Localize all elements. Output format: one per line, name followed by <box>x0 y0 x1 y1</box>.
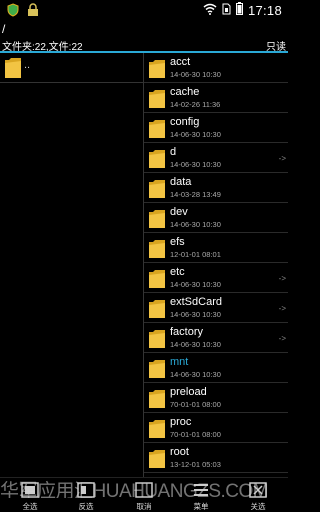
folder-icon <box>148 149 166 169</box>
folder-name: data <box>170 176 192 188</box>
current-path: / <box>2 22 6 36</box>
folder-icon <box>148 389 166 409</box>
folder-name: config <box>170 116 200 128</box>
toolbar-button-2[interactable]: 取消 <box>124 481 164 512</box>
wifi-icon <box>203 3 217 18</box>
folder-name: cache <box>170 86 200 98</box>
toolbar-button-label: 取消 <box>136 502 152 511</box>
folder-name: etc <box>170 266 185 278</box>
symlink-indicator: -> <box>278 334 286 343</box>
folder-icon <box>148 119 166 139</box>
folder-date: 13-12-01 05:03 <box>170 460 221 469</box>
clock: 17:18 <box>247 2 282 18</box>
folder-name: extSdCard <box>170 296 222 308</box>
folder-icon <box>148 359 166 379</box>
folder-date: 14-06-30 10:30 <box>170 70 221 79</box>
info-row: 文件夹:22,文件:22 只读 <box>0 36 288 53</box>
symlink-indicator: -> <box>278 154 286 163</box>
lock-icon <box>26 3 40 17</box>
select-all-icon <box>20 481 40 499</box>
folder-row-dev[interactable]: dev 14-06-30 10:30 <box>144 203 288 233</box>
folder-date: 70-01-01 08:00 <box>170 430 221 439</box>
folder-date: 14-06-30 10:30 <box>170 130 221 139</box>
sim-icon <box>222 3 231 18</box>
toolbar-button-label: 全选 <box>22 502 38 511</box>
folder-icon <box>148 59 166 79</box>
folder-row-d[interactable]: d 14-06-30 10:30 -> <box>144 143 288 173</box>
folder-row-proc[interactable]: proc 70-01-01 08:00 <box>144 413 288 443</box>
folder-row-etc[interactable]: etc 14-06-30 10:30 -> <box>144 263 288 293</box>
folder-date: 14-06-30 10:30 <box>170 220 221 229</box>
folder-name: root <box>170 446 189 458</box>
folder-date: 14-06-30 10:30 <box>170 370 221 379</box>
status-bar-notifications <box>6 3 40 17</box>
folder-name: mnt <box>170 356 189 368</box>
folder-row-cache[interactable]: cache 14-02-26 11:36 <box>144 83 288 113</box>
folder-date: 14-03-28 13:49 <box>170 190 221 199</box>
folder-row-efs[interactable]: efs 12-01-01 08:01 <box>144 233 288 263</box>
toolbar-button-4[interactable]: 关选 <box>238 481 278 512</box>
folder-name: d <box>170 146 177 158</box>
folder-icon <box>148 419 166 439</box>
folder-date: 14-06-30 10:30 <box>170 340 221 349</box>
folder-date: 12-01-01 08:01 <box>170 250 221 259</box>
folder-name: acct <box>170 56 191 68</box>
parent-directory-label: .. <box>24 59 31 71</box>
folder-row-data[interactable]: data 14-03-28 13:49 <box>144 173 288 203</box>
invert-selection-icon <box>76 481 96 499</box>
toolbar-button-label: 反选 <box>78 502 94 511</box>
folder-icon <box>148 239 166 259</box>
folder-row-preload[interactable]: preload 70-01-01 08:00 <box>144 383 288 413</box>
folder-icon <box>148 209 166 229</box>
cancel-icon <box>134 481 154 499</box>
shield-icon <box>6 3 20 17</box>
folder-row-acct[interactable]: acct 14-06-30 10:30 <box>144 53 288 83</box>
symlink-indicator: -> <box>278 274 286 283</box>
toolbar-button-label: 关选 <box>250 502 266 511</box>
folder-row-factory[interactable]: factory 14-06-30 10:30 -> <box>144 323 288 353</box>
symlink-indicator: -> <box>278 304 286 313</box>
folder-name: dev <box>170 206 188 218</box>
bottom-toolbar: 全选 反选 取消 菜单 关选 <box>0 477 288 512</box>
folder-date: 14-06-30 10:30 <box>170 160 221 169</box>
folder-icon <box>4 57 22 79</box>
toolbar-button-label: 菜单 <box>193 502 209 511</box>
battery-icon <box>235 2 243 18</box>
folder-icon <box>148 449 166 469</box>
folder-row-config[interactable]: config 14-06-30 10:30 <box>144 113 288 143</box>
folder-date: 70-01-01 08:00 <box>170 400 221 409</box>
folder-icon <box>148 329 166 349</box>
folder-name: factory <box>170 326 204 338</box>
folder-row-extsdcard[interactable]: extSdCard 14-06-30 10:30 -> <box>144 293 288 323</box>
folder-name: proc <box>170 416 192 428</box>
folder-date: 14-06-30 10:30 <box>170 280 221 289</box>
status-bar: 17:18 <box>0 0 288 20</box>
folder-name: preload <box>170 386 207 398</box>
menu-icon <box>191 481 211 499</box>
folder-name: efs <box>170 236 185 248</box>
left-pane[interactable]: .. <box>0 53 143 477</box>
folder-date: 14-02-26 11:36 <box>170 100 221 109</box>
folder-icon <box>148 269 166 289</box>
folder-date: 14-06-30 10:30 <box>170 310 221 319</box>
parent-directory-row[interactable]: .. <box>0 53 143 83</box>
folder-row-root[interactable]: root 13-12-01 05:03 <box>144 443 288 473</box>
folder-row-mnt[interactable]: mnt 14-06-30 10:30 <box>144 353 288 383</box>
toolbar-button-0[interactable]: 全选 <box>10 481 50 512</box>
toolbar-button-1[interactable]: 反选 <box>66 481 106 512</box>
folder-icon <box>148 179 166 199</box>
folder-icon <box>148 299 166 319</box>
folder-icon <box>148 89 166 109</box>
close-selection-icon <box>248 481 268 499</box>
right-pane[interactable]: acct 14-06-30 10:30 cache 14-02-26 11:36 con… <box>144 53 288 477</box>
toolbar-button-3[interactable]: 菜单 <box>181 481 221 512</box>
